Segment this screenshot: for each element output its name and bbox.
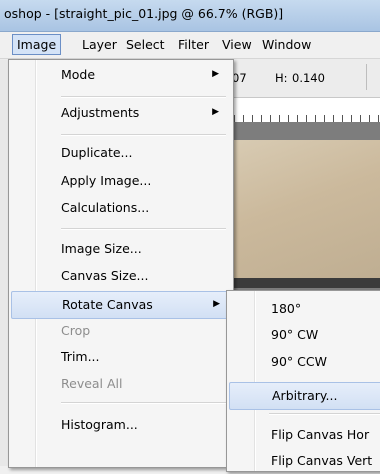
menu-item-label: Mode [61,67,96,82]
menu-item-crop: Crop [11,318,229,344]
submenu-item-label: Arbitrary... [272,388,338,403]
menu-item-label: Reveal All [61,376,123,391]
menu-layer[interactable]: Layer [78,35,121,54]
height-value[interactable]: 0.140 [292,71,325,85]
document-image [230,140,380,280]
menu-select[interactable]: Select [122,35,169,54]
menu-item-label: Adjustments [61,105,140,120]
menu-item-mode[interactable]: Mode ▶ [11,62,229,88]
menu-bar: Image Layer Select Filter View Window [0,32,380,59]
submenu-item-flip-horizontal[interactable]: Flip Canvas Hor [229,422,380,448]
submenu-item-label: 90° CW [271,327,319,342]
menu-item-trim[interactable]: Trim... [11,344,229,370]
window-title: oshop - [straight_pic_01.jpg @ 66.7% (RG… [4,6,284,21]
submenu-item-90-ccw[interactable]: 90° CCW [229,349,380,375]
submenu-item-90-cw[interactable]: 90° CW [229,322,380,348]
menu-item-label: Canvas Size... [61,268,149,283]
title-bar: oshop - [straight_pic_01.jpg @ 66.7% (RG… [0,0,380,32]
submenu-item-label: Flip Canvas Hor [271,427,370,442]
submenu-item-flip-vertical[interactable]: Flip Canvas Vert [229,448,380,474]
menu-item-apply-image[interactable]: Apply Image... [11,168,229,194]
menu-item-calculations[interactable]: Calculations... [11,195,229,221]
menu-item-reveal-all: Reveal All [11,371,229,397]
submenu-item-180[interactable]: 180° [229,296,380,322]
menu-item-label: Image Size... [61,241,142,256]
menu-item-rotate-canvas[interactable]: Rotate Canvas ▶ [11,291,231,319]
menu-window[interactable]: Window [258,35,315,54]
menu-separator [61,134,226,136]
menu-item-image-size[interactable]: Image Size... [11,236,229,262]
menu-filter[interactable]: Filter [174,35,213,54]
document-image-shadow [230,278,380,288]
menu-item-duplicate[interactable]: Duplicate... [11,140,229,166]
menu-item-histogram[interactable]: Histogram... [11,412,229,438]
menu-separator [61,402,226,404]
menu-item-label: Apply Image... [61,173,152,188]
chevron-right-icon: ▶ [213,299,220,309]
menu-item-label: Calculations... [61,200,150,215]
submenu-separator [269,413,380,415]
submenu-item-arbitrary[interactable]: Arbitrary... [229,382,380,410]
height-label: H: [275,71,288,85]
chevron-right-icon: ▶ [212,69,219,79]
menu-item-label: Trim... [61,349,100,364]
options-separator [366,64,367,90]
menu-item-label: Histogram... [61,417,138,432]
menu-separator [61,96,226,98]
submenu-item-label: 180° [271,301,302,316]
rotate-canvas-submenu: 180° 90° CW 90° CCW Arbitrary... Flip Ca… [226,290,380,472]
menu-item-label: Duplicate... [61,145,133,160]
menu-item-adjustments[interactable]: Adjustments ▶ [11,100,229,126]
submenu-item-label: 90° CCW [271,354,327,369]
menu-item-label: Rotate Canvas [62,297,153,312]
menu-view[interactable]: View [218,35,256,54]
menu-item-canvas-size[interactable]: Canvas Size... [11,263,229,289]
menu-separator [61,228,226,230]
menu-item-label: Crop [61,323,91,338]
menu-image[interactable]: Image [12,34,62,55]
chevron-right-icon: ▶ [212,107,219,117]
width-value-partial: 07 [232,71,247,85]
image-menu: Mode ▶ Adjustments ▶ Duplicate... Apply … [8,59,234,468]
